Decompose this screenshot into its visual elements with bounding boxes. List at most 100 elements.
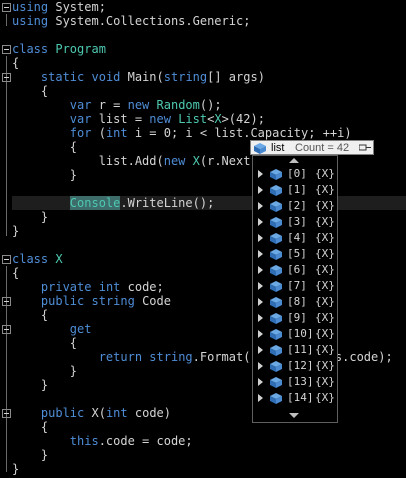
keyword: class (12, 42, 49, 56)
datatip-value: {X} (315, 359, 335, 372)
code-text: System; (48, 0, 106, 14)
datatip-header[interactable]: list Count = 42 (250, 140, 374, 155)
code-line-30: public X(int code) (0, 406, 406, 420)
datatip-row[interactable]: [13] {X} (253, 374, 337, 390)
expand-icon[interactable] (258, 218, 263, 226)
expand-icon[interactable] (258, 266, 263, 274)
fold-toggle[interactable] (2, 255, 11, 264)
datatip-value: {X} (315, 199, 335, 212)
datatip-index: [9] (287, 311, 307, 324)
datatip-index: [7] (287, 279, 307, 292)
code-line-20: { (12, 266, 20, 280)
datatip-index: [13] (287, 375, 314, 388)
datatip-row[interactable]: [3] {X} (253, 214, 337, 230)
code-line-10: for (int i = 0; i < list.Capacity; ++i) (69, 126, 352, 140)
datatip-row[interactable]: [11] {X} (253, 342, 337, 358)
datatip-index: [14] (287, 391, 314, 404)
code-line-22: public string Code (0, 294, 406, 308)
fold-toggle[interactable] (2, 45, 11, 54)
datatip-value: {X} (315, 183, 335, 196)
expand-icon[interactable] (258, 234, 263, 242)
datatip-value: {X} (315, 215, 335, 228)
datatip-value: {X} (315, 279, 335, 292)
datatip-row[interactable]: [5] {X} (253, 246, 337, 262)
datatip-row[interactable]: [0] {X} (253, 166, 337, 182)
code-line-2: using System.Collections.Generic; (0, 14, 406, 28)
code-line-12: list.Add(new X(r.Next( (12, 154, 258, 168)
expand-icon[interactable] (258, 378, 263, 386)
datatip-value: {X} (315, 391, 335, 404)
datatip-row[interactable]: [12] {X} (253, 358, 337, 374)
datatip-value: {X} (315, 295, 335, 308)
datatip-row[interactable]: [7] {X} (253, 278, 337, 294)
datatip-index: [11] (287, 343, 314, 356)
datatip-variable-name: list (271, 142, 285, 154)
type-name: Program (55, 42, 106, 56)
datatip-value: {X} (315, 375, 335, 388)
datatip-value: {X} (315, 327, 335, 340)
expand-icon[interactable] (258, 298, 263, 306)
fold-toggle[interactable] (2, 3, 11, 12)
code-editor[interactable]: using System; using System.Collections.G… (0, 0, 406, 478)
expand-icon[interactable] (258, 330, 263, 338)
code-line-19: class X (0, 252, 406, 266)
datatip-index: [10] (287, 327, 314, 340)
pin-icon[interactable] (358, 143, 371, 151)
code-line-7: { (12, 84, 49, 98)
datatip-row[interactable]: [14] {X} (253, 390, 337, 406)
datatip-value: {X} (315, 263, 335, 276)
datatip-row[interactable]: [2] {X} (253, 198, 337, 214)
code-line-21: private int code; (40, 280, 164, 294)
datatip-variable-value: Count = 42 (295, 142, 350, 154)
code-line-5: { (12, 56, 20, 70)
expand-icon[interactable] (258, 282, 263, 290)
code-line-34: } (12, 462, 20, 476)
fold-toggle[interactable] (2, 409, 11, 418)
fold-toggle[interactable] (2, 297, 11, 306)
expand-icon[interactable] (258, 202, 263, 210)
expand-icon[interactable] (258, 362, 263, 370)
fold-toggle[interactable] (2, 325, 11, 334)
datatip-list[interactable]: [0] {X} [1] {X} [2] {X} [3] {X} [4] {X} [5] {X} [6] {… (252, 155, 338, 423)
keyword: using (12, 0, 49, 14)
code-line-32: this.code = code; (69, 434, 193, 448)
datatip-index: [0] (287, 167, 307, 180)
datatip-row[interactable]: [9] {X} (253, 310, 337, 326)
code-line-23: { (12, 308, 49, 322)
code-line-33: } (12, 448, 49, 462)
code-text: System.Collections.Generic; (48, 14, 251, 28)
code-line-1: using System; (0, 0, 406, 14)
datatip-row[interactable]: [6] {X} (253, 262, 337, 278)
scroll-down-icon[interactable] (289, 413, 299, 418)
datatip-index: [6] (287, 263, 307, 276)
code-line-24: get (0, 322, 406, 336)
expand-icon[interactable] (258, 394, 263, 402)
code-line-31: { (12, 420, 49, 434)
code-line-17: } (12, 224, 20, 238)
datatip-value: {X} (315, 247, 335, 260)
expand-icon[interactable] (258, 314, 263, 322)
fold-toggle[interactable] (2, 73, 11, 82)
expand-icon[interactable] (258, 346, 263, 354)
datatip-index: [1] (287, 183, 307, 196)
expand-icon[interactable] (258, 250, 263, 258)
code-line-16: } (12, 210, 49, 224)
scroll-up-icon[interactable] (289, 158, 299, 163)
datatip-row[interactable]: [1] {X} (253, 182, 337, 198)
expand-icon[interactable] (258, 170, 263, 178)
variable-icon (270, 393, 282, 409)
datatip-row[interactable]: [10] {X} (253, 326, 337, 342)
datatip-row[interactable]: [4] {X} (253, 230, 337, 246)
code-line-8: var r = new Random(); (69, 98, 222, 112)
code-line-9: var list = new List<X>(42); (69, 112, 265, 126)
keyword: using (12, 14, 49, 28)
code-line-26: return string.Format(" is.code); (98, 350, 393, 364)
datatip-row[interactable]: [8] {X} (253, 294, 337, 310)
code-line-15: Console.WriteLine(); (0, 196, 406, 210)
datatip-index: [5] (287, 247, 307, 260)
datatip-index: [2] (287, 199, 307, 212)
code-line-27: } (12, 364, 78, 378)
code-line-4: class Program (0, 42, 406, 56)
code-line-13: } (12, 168, 78, 182)
expand-icon[interactable] (258, 186, 263, 194)
